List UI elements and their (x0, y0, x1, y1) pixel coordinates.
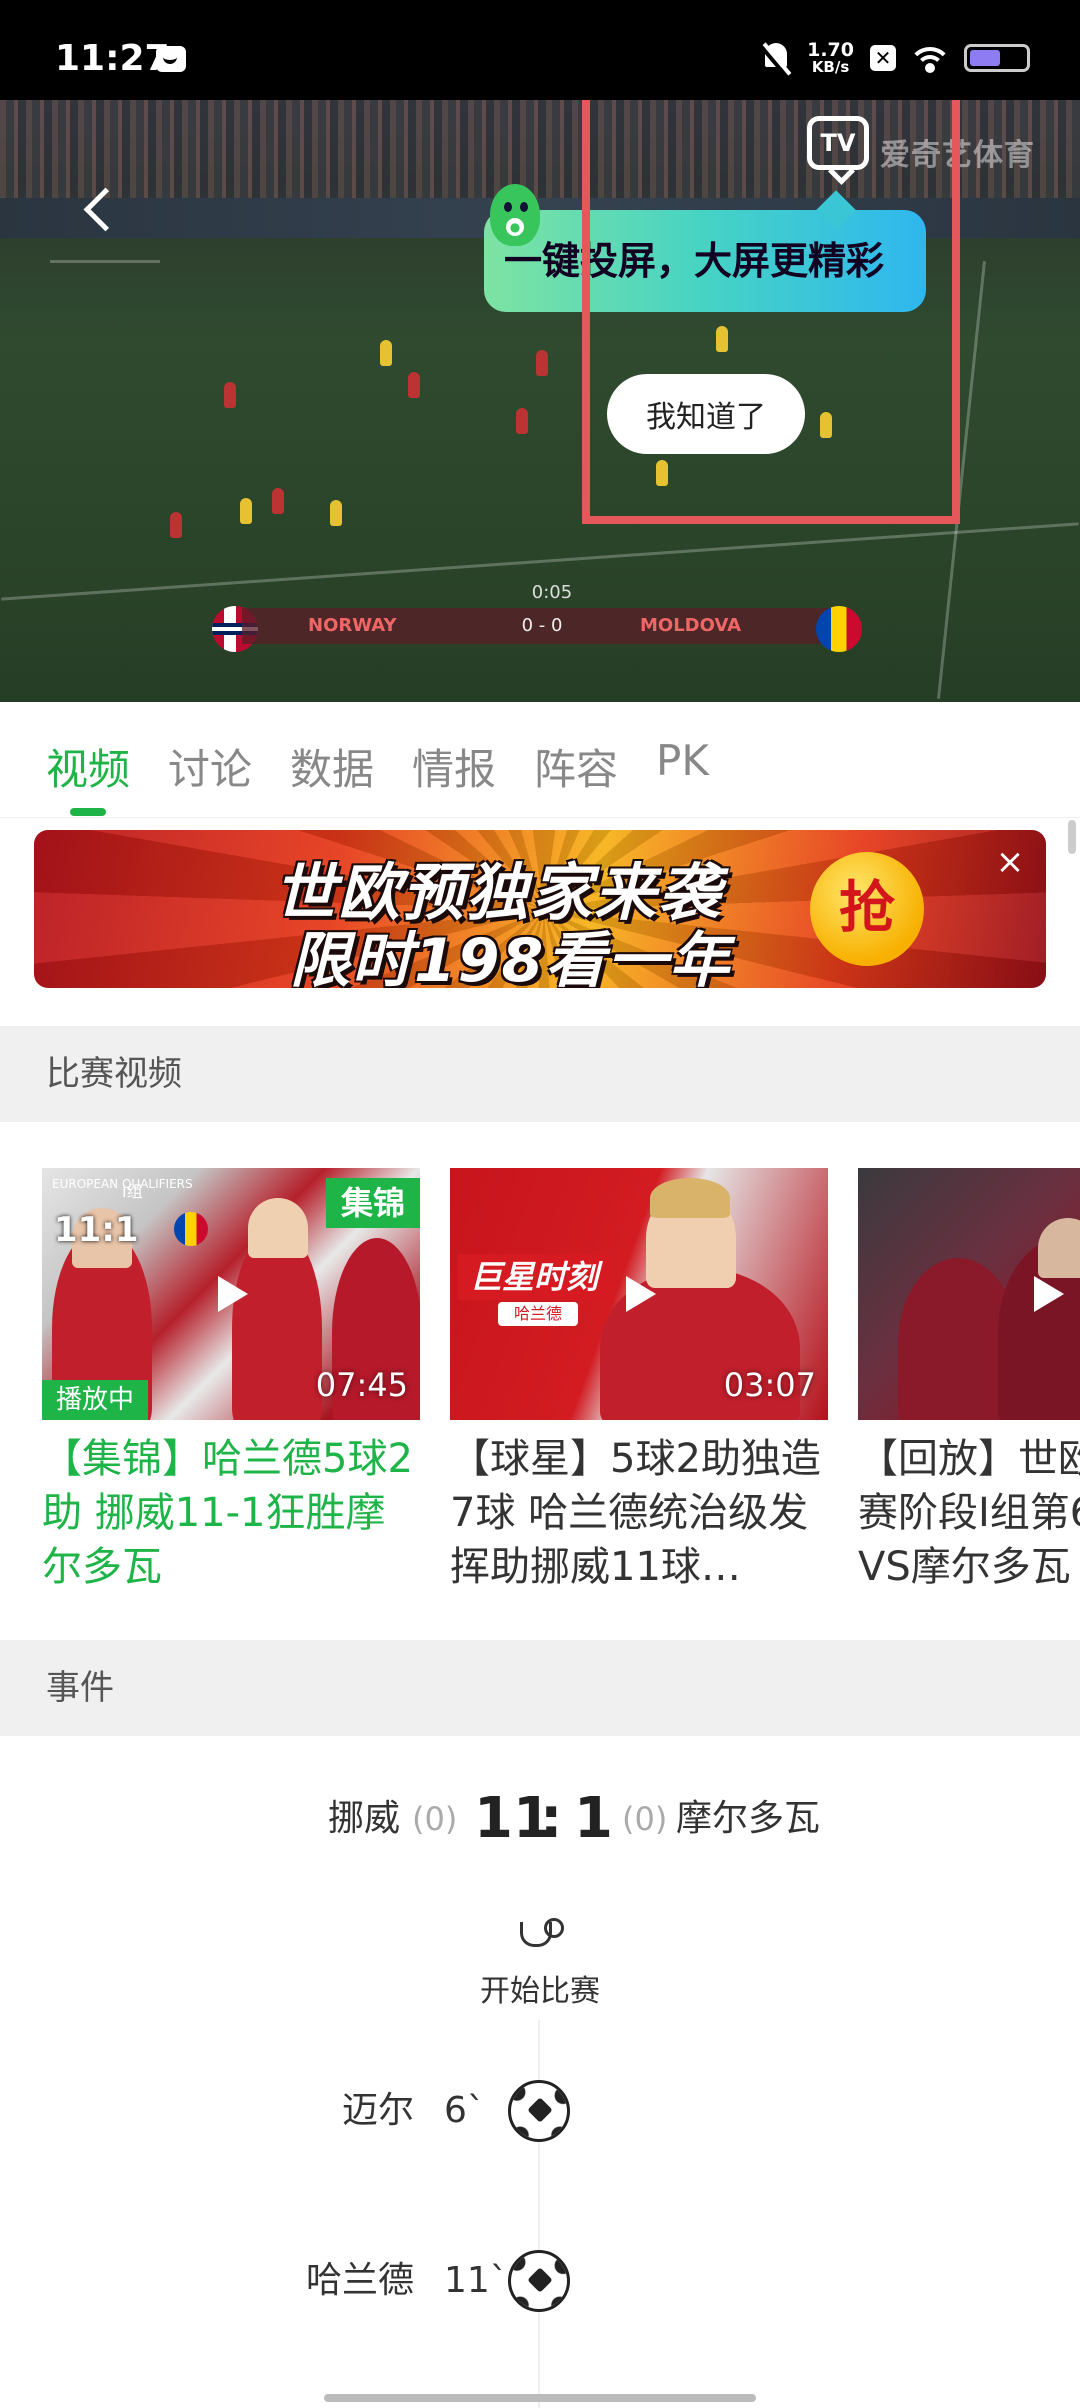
status-icons: 1.70 KB/s ✕ (761, 38, 1030, 78)
star-moment-subcaption: 哈兰德 (498, 1302, 578, 1326)
whistle-icon (514, 1916, 564, 1950)
network-speed: 1.70 KB/s (807, 41, 854, 75)
moldova-flag-icon (174, 1212, 208, 1246)
video-duration: 03:07 (723, 1366, 816, 1404)
tab-video[interactable]: 视频 (46, 736, 130, 797)
highlight-box (582, 100, 960, 524)
video-list[interactable]: EUROPEAN QUALIFIERS I组 11:1 集锦 07:45 播放中… (0, 1168, 1080, 1588)
event-minute: 11` (444, 2260, 508, 2301)
wifi-icon (912, 43, 948, 73)
play-icon[interactable] (218, 1276, 248, 1312)
player-figure (272, 488, 284, 514)
away-score: 1 (574, 1786, 613, 1851)
player-figure (650, 1178, 730, 1218)
network-speed-unit: KB/s (811, 58, 850, 76)
video-duration: 07:45 (315, 1366, 408, 1404)
player-figure (170, 512, 182, 538)
away-team-name: MOLDOVA (640, 615, 742, 636)
bell-muted-icon (761, 41, 791, 75)
player-figure (224, 382, 236, 408)
event-minute: 6` (444, 2090, 485, 2131)
message-icon (156, 46, 186, 72)
match-clock: 0:05 (531, 582, 573, 603)
pitch-line (50, 260, 160, 263)
star-moment-caption: 巨星时刻 (458, 1254, 610, 1300)
goal-ball-icon (508, 2250, 570, 2312)
tab-pk[interactable]: PK (656, 736, 709, 785)
video-title[interactable]: 【球星】5球2助独造7球 哈兰德统治级发挥助挪威11球… (450, 1432, 828, 1588)
promo-grab-button[interactable]: 抢 (810, 852, 924, 966)
event-row: 迈尔 6` (0, 2076, 1080, 2146)
video-thumbnail[interactable]: 巨星时刻 哈兰德 03:07 (450, 1168, 828, 1420)
score-bar: NORWAY 0 - 0 MOLDOVA (242, 608, 842, 644)
home-team: 挪威 (328, 1798, 401, 1839)
away-team: 摩尔多瓦 (676, 1798, 821, 1839)
match-start-label: 开始比赛 (480, 1974, 600, 2009)
event-row: 哈兰德 11` (0, 2246, 1080, 2316)
status-bar: 11:27 1.70 KB/s ✕ (0, 0, 1080, 100)
video-player[interactable]: TV 爱奇艺体育 一键投屏，大屏更精彩 ● 我知道了 0:05 NORWAY 0… (0, 100, 1080, 702)
scoreboard: 0:05 NORWAY 0 - 0 MOLDOVA (212, 582, 862, 658)
mascot-icon: ● (486, 184, 546, 262)
home-indicator[interactable] (324, 2394, 756, 2402)
thumb-score: 11:1 (54, 1210, 139, 1250)
scroll-indicator (1068, 820, 1076, 854)
live-score: 0 - 0 (521, 615, 563, 636)
tab-active-indicator (70, 808, 106, 816)
player-figure (408, 372, 420, 398)
now-playing-tag: 播放中 (42, 1380, 148, 1420)
video-thumbnail[interactable]: EUROPEAN QUALIFIERS I组 11:1 集锦 07:45 播放中 (42, 1168, 420, 1420)
moldova-flag-icon (816, 606, 862, 652)
video-title[interactable]: 【回放】世欧预小组赛阶段I组第6轮 挪威VS摩尔多瓦 (858, 1432, 1080, 1588)
tab-bar: 视频 讨论 数据 情报 阵容 PK (0, 702, 1080, 818)
thumb-group: I组 (122, 1182, 143, 1201)
tab-intel[interactable]: 情报 (412, 736, 496, 797)
battery-level (970, 50, 1000, 66)
video-card[interactable]: 巨星时刻 哈兰德 03:07 【球星】5球2助独造7球 哈兰德统治级发挥助挪威1… (450, 1168, 828, 1588)
battery-icon (964, 44, 1030, 72)
player-figure (330, 500, 342, 526)
section-events: 事件 (0, 1640, 1080, 1736)
promo-banner[interactable]: 世欧预独家来袭 限时198看一年 抢 (34, 830, 1046, 988)
tab-data[interactable]: 数据 (290, 736, 374, 797)
box-x-icon: ✕ (870, 45, 896, 71)
player-figure (516, 408, 528, 434)
video-card[interactable]: EUROPEAN QUALIFIERS I组 11:1 集锦 07:45 播放中… (42, 1168, 420, 1588)
player-figure (248, 1198, 308, 1258)
tab-lineup[interactable]: 阵容 (534, 736, 618, 797)
home-team-name: NORWAY (308, 615, 397, 636)
back-button[interactable] (80, 178, 120, 242)
event-player: 迈尔 (341, 2090, 414, 2131)
away-penalties: (0) (622, 1800, 668, 1838)
play-icon[interactable] (1034, 1276, 1064, 1312)
video-card[interactable]: 【回放】世欧预小组赛阶段I组第6轮 挪威VS摩尔多瓦 (858, 1168, 1080, 1588)
player-figure (536, 350, 548, 376)
section-match-videos: 比赛视频 (0, 1026, 1080, 1122)
score-separator: : (540, 1786, 563, 1851)
status-time: 11:27 (55, 38, 170, 79)
final-score-line: 挪威 (0) 11 : 1 (0) 摩尔多瓦 (0, 1784, 1080, 1854)
video-title[interactable]: 【集锦】哈兰德5球2助 挪威11-1狂胜摩尔多瓦 (42, 1432, 420, 1588)
highlight-tag: 集锦 (326, 1178, 420, 1228)
goal-ball-icon (508, 2080, 570, 2142)
event-player: 哈兰德 (305, 2260, 414, 2301)
tab-discussion[interactable]: 讨论 (168, 736, 252, 797)
video-thumbnail[interactable] (858, 1168, 1080, 1420)
play-icon[interactable] (626, 1276, 656, 1312)
home-penalties: (0) (412, 1800, 458, 1838)
player-figure (240, 498, 252, 524)
player-figure (380, 340, 392, 366)
banner-close-icon[interactable]: × (990, 842, 1030, 882)
player-figure (1038, 1218, 1080, 1278)
promo-line2: 限时198看一年 (290, 926, 732, 988)
